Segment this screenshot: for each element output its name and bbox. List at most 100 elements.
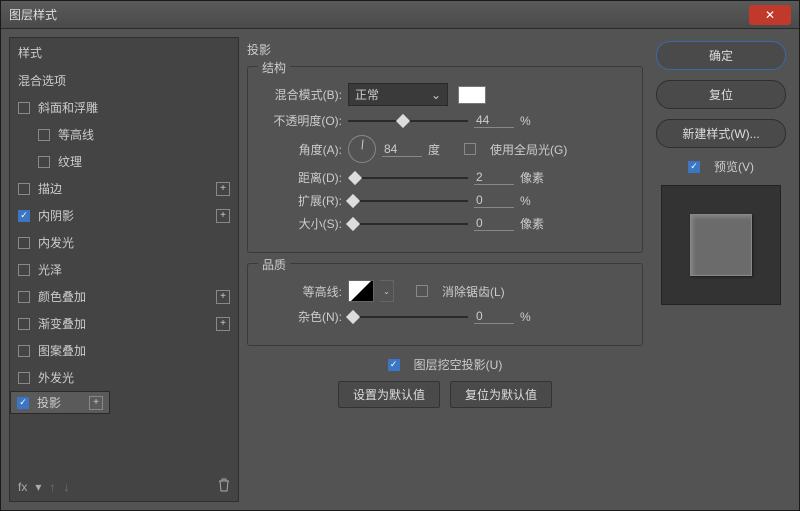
opacity-label: 不透明度(O):: [260, 112, 342, 129]
chevron-down-icon[interactable]: ▾: [35, 480, 41, 494]
sidebar-item-label: 内阴影: [38, 207, 74, 224]
trash-icon[interactable]: [218, 478, 230, 495]
style-checkbox[interactable]: [38, 129, 50, 141]
chevron-down-icon: ⌄: [383, 287, 390, 296]
chevron-down-icon: ⌄: [431, 88, 441, 102]
add-effect-icon[interactable]: +: [216, 209, 230, 223]
distance-slider[interactable]: [348, 171, 468, 185]
distance-value[interactable]: 2: [474, 170, 514, 185]
size-value[interactable]: 0: [474, 216, 514, 231]
arrow-down-icon[interactable]: ↓: [63, 480, 69, 494]
size-slider[interactable]: [348, 217, 468, 231]
knockout-label: 图层挖空投影(U): [414, 356, 503, 373]
angle-dial[interactable]: [348, 135, 376, 163]
fx-icon[interactable]: fx: [18, 480, 27, 494]
style-item-2[interactable]: 纹理: [10, 148, 238, 175]
spread-label: 扩展(R):: [260, 192, 342, 209]
close-icon: ✕: [765, 8, 775, 22]
sidebar-item-label: 颜色叠加: [38, 288, 86, 305]
style-item-3[interactable]: 描边+: [10, 175, 238, 202]
style-item-0[interactable]: 斜面和浮雕: [10, 94, 238, 121]
contour-dropdown[interactable]: ⌄: [380, 280, 394, 302]
add-effect-icon[interactable]: +: [216, 290, 230, 304]
spread-unit: %: [520, 194, 550, 208]
style-checkbox[interactable]: [17, 397, 29, 409]
noise-slider[interactable]: [348, 310, 468, 324]
structure-group: 结构 混合模式(B): 正常 ⌄ 不透明度(O): 44 %: [247, 66, 643, 253]
antialias-checkbox[interactable]: [416, 285, 428, 297]
sidebar-item-label: 斜面和浮雕: [38, 99, 98, 116]
titlebar[interactable]: 图层样式 ✕: [1, 1, 799, 29]
style-item-5[interactable]: 内发光: [10, 229, 238, 256]
sidebar-footer: fx ▾ ↑ ↓: [10, 472, 238, 501]
style-checkbox[interactable]: [18, 345, 30, 357]
noise-unit: %: [520, 310, 550, 324]
style-checkbox[interactable]: [18, 264, 30, 276]
noise-value[interactable]: 0: [474, 309, 514, 324]
ok-button[interactable]: 确定: [656, 41, 786, 70]
angle-value[interactable]: 84: [382, 142, 422, 157]
global-light-label: 使用全局光(G): [490, 141, 567, 158]
window-title: 图层样式: [9, 6, 749, 23]
style-checkbox[interactable]: [18, 102, 30, 114]
style-item-10[interactable]: 外发光: [10, 364, 238, 391]
style-item-11[interactable]: 投影 +: [10, 391, 110, 414]
settings-panel: 投影 结构 混合模式(B): 正常 ⌄ 不透明度(O):: [247, 37, 643, 502]
style-checkbox[interactable]: [18, 372, 30, 384]
arrow-up-icon[interactable]: ↑: [49, 480, 55, 494]
knockout-checkbox[interactable]: [388, 359, 400, 371]
style-item-8[interactable]: 渐变叠加 +: [10, 310, 238, 337]
cancel-button[interactable]: 复位: [656, 80, 786, 109]
effect-title: 投影: [247, 37, 643, 66]
blending-options[interactable]: 混合选项: [10, 67, 238, 94]
add-effect-icon[interactable]: +: [216, 317, 230, 331]
quality-title: 品质: [258, 256, 290, 273]
style-item-9[interactable]: 图案叠加: [10, 337, 238, 364]
angle-unit: 度: [428, 141, 458, 158]
contour-label: 等高线:: [260, 283, 342, 300]
contour-picker[interactable]: [348, 280, 374, 302]
style-item-1[interactable]: 等高线: [10, 121, 238, 148]
style-item-4[interactable]: 内阴影 +: [10, 202, 238, 229]
quality-group: 品质 等高线: ⌄ 消除锯齿(L) 杂色(N): 0 %: [247, 263, 643, 346]
blend-mode-select[interactable]: 正常 ⌄: [348, 83, 448, 106]
add-effect-icon[interactable]: +: [89, 396, 103, 410]
spread-slider[interactable]: [348, 194, 468, 208]
blend-mode-label: 混合模式(B):: [260, 86, 342, 103]
styles-sidebar: 样式 混合选项 斜面和浮雕等高线纹理描边+内阴影+内发光光泽颜色叠加+渐变叠加+…: [9, 37, 239, 502]
sidebar-item-label: 图案叠加: [38, 342, 86, 359]
right-column: 确定 复位 新建样式(W)... 预览(V): [651, 37, 791, 502]
sidebar-item-label: 投影: [37, 394, 61, 411]
spread-value[interactable]: 0: [474, 193, 514, 208]
sidebar-item-label: 等高线: [58, 126, 94, 143]
make-default-button[interactable]: 设置为默认值: [338, 381, 440, 408]
antialias-label: 消除锯齿(L): [442, 283, 505, 300]
opacity-slider[interactable]: [348, 114, 468, 128]
add-effect-icon[interactable]: +: [216, 182, 230, 196]
style-item-6[interactable]: 光泽: [10, 256, 238, 283]
style-checkbox[interactable]: [18, 210, 30, 222]
size-label: 大小(S):: [260, 215, 342, 232]
style-checkbox[interactable]: [18, 183, 30, 195]
close-button[interactable]: ✕: [749, 5, 791, 25]
global-light-checkbox[interactable]: [464, 143, 476, 155]
dialog-body: 样式 混合选项 斜面和浮雕等高线纹理描边+内阴影+内发光光泽颜色叠加+渐变叠加+…: [1, 29, 799, 510]
style-checkbox[interactable]: [18, 318, 30, 330]
distance-label: 距离(D):: [260, 169, 342, 186]
preview-box: [661, 185, 781, 305]
reset-default-button[interactable]: 复位为默认值: [450, 381, 552, 408]
distance-unit: 像素: [520, 169, 550, 186]
angle-label: 角度(A):: [260, 141, 342, 158]
sidebar-item-label: 渐变叠加: [38, 315, 86, 332]
style-item-7[interactable]: 颜色叠加 +: [10, 283, 238, 310]
color-swatch[interactable]: [458, 86, 486, 104]
preview-swatch: [690, 214, 752, 276]
style-checkbox[interactable]: [18, 291, 30, 303]
new-style-button[interactable]: 新建样式(W)...: [656, 119, 786, 148]
style-checkbox[interactable]: [18, 237, 30, 249]
style-checkbox[interactable]: [38, 156, 50, 168]
opacity-unit: %: [520, 114, 550, 128]
sidebar-item-label: 光泽: [38, 261, 62, 278]
preview-checkbox[interactable]: [688, 161, 700, 173]
opacity-value[interactable]: 44: [474, 113, 514, 128]
